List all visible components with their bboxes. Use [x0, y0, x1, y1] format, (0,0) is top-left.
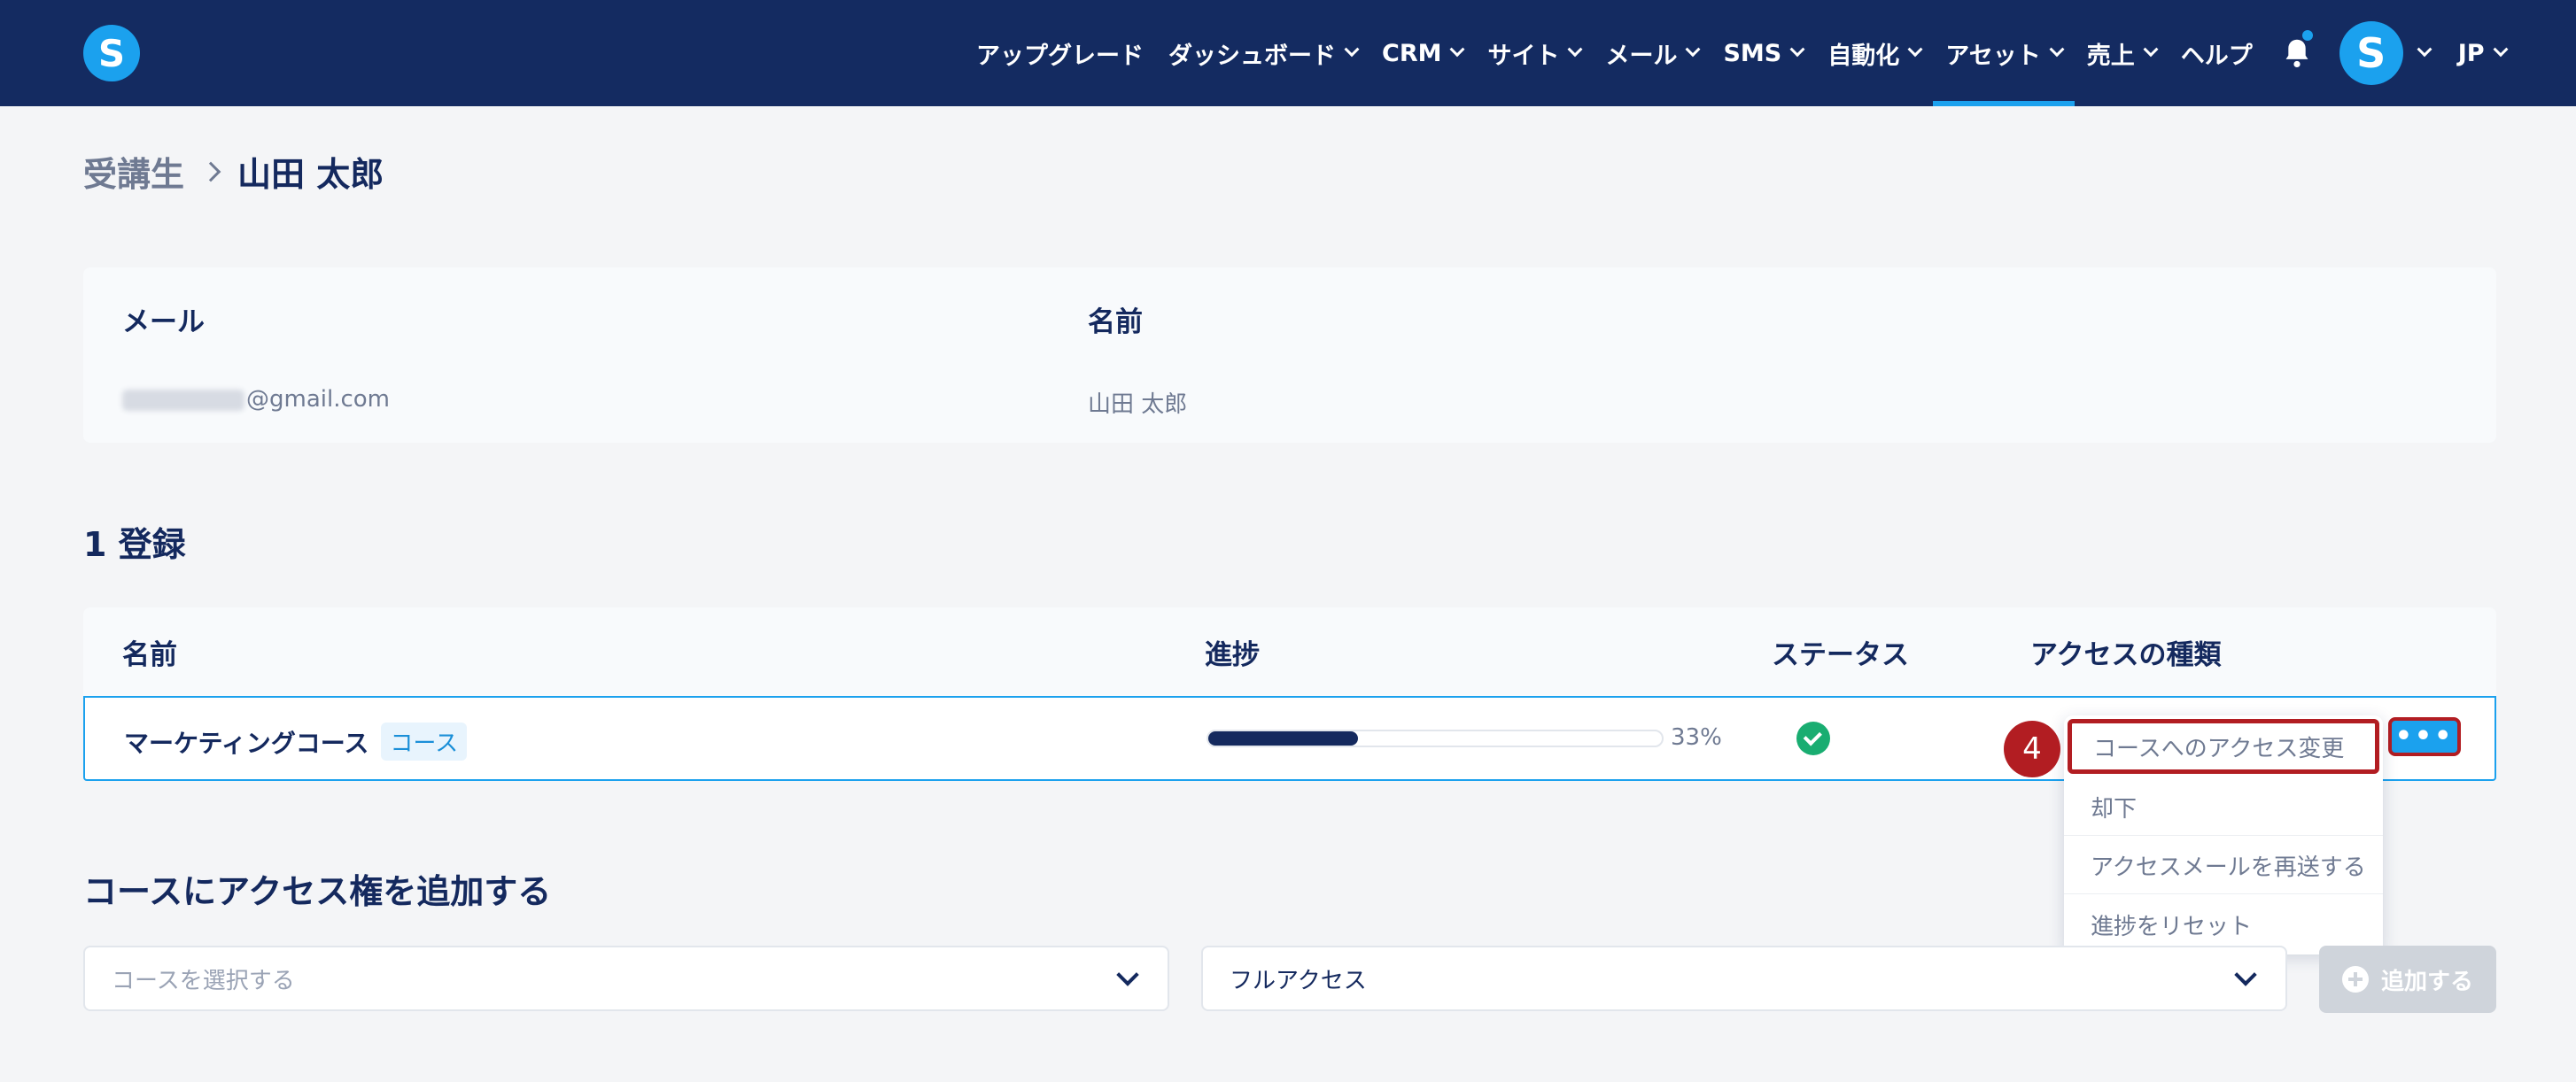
- bell-icon: [2285, 39, 2308, 68]
- email-label: メール: [122, 306, 205, 338]
- breadcrumb-students-link[interactable]: 受講生: [83, 147, 184, 196]
- chevron-down-icon: [2417, 42, 2432, 58]
- nav-sms[interactable]: SMS: [1711, 0, 1815, 106]
- access-type-value: フルアクセス: [1230, 967, 1367, 994]
- nav-email[interactable]: メール: [1593, 0, 1711, 106]
- column-name: 名前: [122, 639, 177, 671]
- status-check-icon: [1796, 722, 1830, 755]
- chevron-down-icon: [2234, 963, 2257, 986]
- column-status: ステータス: [1772, 639, 1909, 671]
- notifications-button[interactable]: [2270, 0, 2324, 106]
- chevron-down-icon: [1344, 42, 1360, 58]
- column-progress: 進捗: [1205, 639, 1260, 671]
- course-select-placeholder: コースを選択する: [112, 967, 295, 994]
- add-access-button[interactable]: 追加する: [2319, 946, 2496, 1013]
- avatar: S: [2339, 21, 2403, 85]
- chevron-down-icon: [1116, 963, 1139, 986]
- nav-upgrade-label: アップグレード: [976, 42, 1144, 70]
- nav-upgrade[interactable]: アップグレード: [964, 0, 1156, 106]
- enrollments-title: 1 登録: [83, 525, 186, 564]
- progress-bar-fill: [1208, 731, 1358, 746]
- main-nav: アップグレード ダッシュボード CRM サイト メール SMS 自動化 アセット…: [964, 0, 2518, 106]
- breadcrumb: 受講生 山田 太郎: [83, 147, 384, 196]
- name-label: 名前: [1088, 306, 1143, 338]
- chevron-down-icon: [1567, 42, 1583, 58]
- redacted-email-blur: [122, 389, 244, 411]
- user-menu[interactable]: S: [2339, 0, 2432, 106]
- nav-help[interactable]: ヘルプ: [2169, 0, 2265, 106]
- nav-help-label: ヘルプ: [2180, 42, 2253, 70]
- nav-dashboard[interactable]: ダッシュボード: [1156, 0, 1369, 106]
- course-name: マーケティングコース コース: [124, 723, 468, 761]
- language-selector[interactable]: JP: [2446, 0, 2518, 106]
- plus-circle-icon: [2341, 966, 2369, 993]
- menu-change-course-access[interactable]: コースへのアクセス変更: [2068, 719, 2379, 774]
- nav-automation[interactable]: 自動化: [1815, 0, 1933, 106]
- nav-crm-label: CRM: [1382, 39, 1442, 67]
- chevron-down-icon: [1685, 42, 1701, 58]
- nav-sites-label: サイト: [1487, 42, 1560, 70]
- chevron-down-icon: [1449, 42, 1465, 58]
- menu-revoke[interactable]: 却下: [2064, 779, 2383, 836]
- logo[interactable]: S: [83, 25, 140, 81]
- chevron-down-icon: [2493, 42, 2509, 58]
- email-domain: @gmail.com: [246, 386, 391, 413]
- progress-percent: 33%: [1671, 724, 1722, 751]
- nav-assets-label: アセット: [1945, 42, 2041, 70]
- student-info-card: メール 名前 @gmail.com 山田 太郎: [83, 267, 2496, 443]
- add-access-title: コースにアクセス権を追加する: [83, 872, 552, 911]
- notification-dot: [2301, 30, 2313, 41]
- chevron-right-icon: [200, 161, 221, 182]
- nav-dashboard-label: ダッシュボード: [1168, 42, 1336, 70]
- access-type-select[interactable]: フルアクセス: [1201, 946, 2287, 1011]
- nav-email-label: メール: [1605, 42, 1678, 70]
- course-title: マーケティングコース: [124, 728, 369, 758]
- menu-reset-progress[interactable]: 進捗をリセット: [2064, 896, 2383, 953]
- row-actions-menu: コースへのアクセス変更 却下 アクセスメールを再送する 進捗をリセット: [2064, 715, 2383, 954]
- more-actions-button[interactable]: •••: [2388, 717, 2461, 756]
- nav-assets[interactable]: アセット: [1933, 0, 2076, 106]
- name-value: 山田 太郎: [1088, 391, 1188, 418]
- nav-sales[interactable]: 売上: [2075, 0, 2169, 106]
- nav-sms-label: SMS: [1723, 39, 1782, 67]
- column-access-type: アクセスの種類: [2030, 639, 2222, 671]
- nav-automation-label: 自動化: [1827, 42, 1900, 70]
- nav-crm[interactable]: CRM: [1369, 0, 1475, 106]
- email-value: @gmail.com: [122, 386, 390, 413]
- nav-sales-label: 売上: [2086, 42, 2135, 70]
- enrollments-table-header: 名前 進捗 ステータス アクセスの種類: [83, 607, 2496, 696]
- chevron-down-icon: [1907, 42, 1923, 58]
- chevron-down-icon: [2143, 42, 2159, 58]
- top-nav-bar: S アップグレード ダッシュボード CRM サイト メール SMS 自動化 アセ…: [0, 0, 2576, 106]
- chevron-down-icon: [1789, 42, 1805, 58]
- step-number-badge: 4: [2004, 721, 2060, 777]
- page-title: 山田 太郎: [237, 155, 384, 194]
- chevron-down-icon: [2049, 42, 2065, 58]
- nav-sites[interactable]: サイト: [1475, 0, 1593, 106]
- course-type-tag: コース: [381, 723, 468, 761]
- menu-resend-access-email[interactable]: アクセスメールを再送する: [2064, 838, 2383, 894]
- language-label: JP: [2457, 39, 2485, 67]
- progress-bar: [1207, 730, 1664, 747]
- add-access-button-label: 追加する: [2380, 968, 2473, 995]
- course-select[interactable]: コースを選択する: [83, 946, 1169, 1011]
